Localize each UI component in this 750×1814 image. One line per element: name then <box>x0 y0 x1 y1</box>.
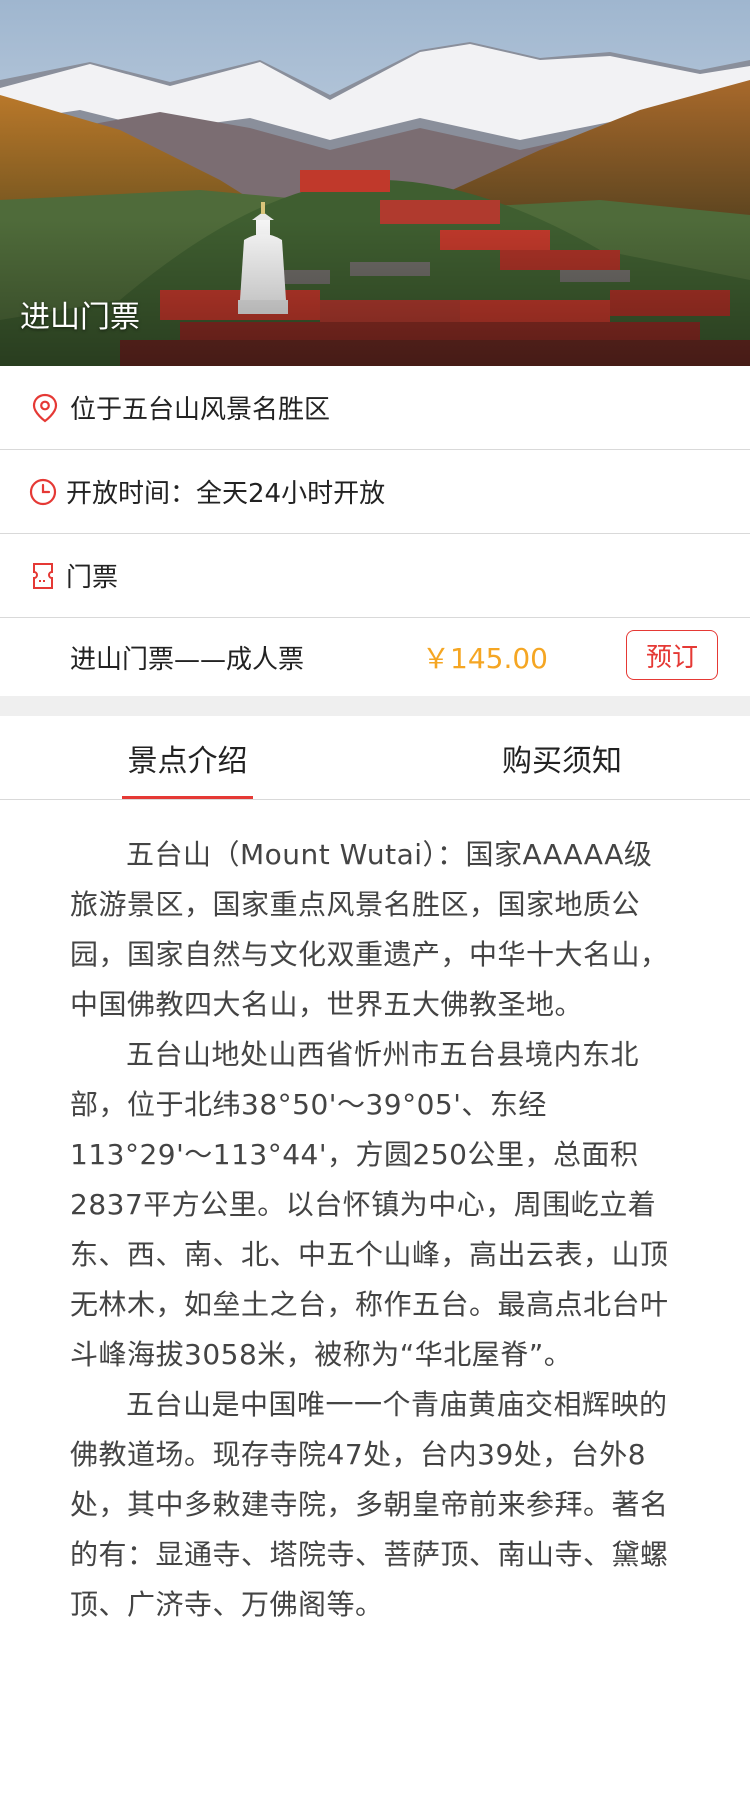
opening-hours-row: 开放时间：全天24小时开放 <box>0 450 750 534</box>
description-paragraph: 五台山地处山西省忻州市五台县境内东北部，位于北纬38°50'～39°05'、东经… <box>70 1038 669 1371</box>
active-tab-indicator <box>122 796 253 799</box>
map-pin-icon <box>30 393 60 423</box>
opening-hours-text: 开放时间：全天24小时开放 <box>66 479 386 509</box>
ticket-icon <box>28 561 58 591</box>
hero-title: 进山门票 <box>20 300 140 335</box>
ticket-price: ￥145.00 <box>422 642 548 675</box>
location-text: 位于五台山风景名胜区 <box>70 395 331 425</box>
tab-bar: 景点介绍 购买须知 <box>0 716 750 800</box>
location-row: 位于五台山风景名胜区 <box>0 366 750 450</box>
book-button[interactable]: 预订 <box>626 630 718 680</box>
attraction-description: 五台山（Mount Wutai）：国家AAAAA级旅游景区，国家重点风景名胜区，… <box>0 800 750 1630</box>
clock-icon <box>28 477 58 507</box>
tab-label: 景点介绍 <box>127 743 248 779</box>
tab-attraction-intro[interactable]: 景点介绍 <box>122 716 253 799</box>
tickets-header-row: 门票 <box>0 534 750 618</box>
ticket-item-row: 进山门票——成人票 ￥145.00 预订 <box>0 618 750 696</box>
ticket-name: 进山门票——成人票 <box>70 644 305 675</box>
section-divider <box>0 696 750 716</box>
tickets-header-label: 门票 <box>66 563 119 593</box>
description-paragraph: 五台山是中国唯一一个青庙黄庙交相辉映的佛教道场。现存寺院47处，台内39处，台外… <box>70 1388 669 1621</box>
tab-label: 购买须知 <box>502 743 622 779</box>
tab-purchase-notes[interactable]: 购买须知 <box>496 716 628 799</box>
hero-banner: 进山门票 <box>0 0 750 366</box>
description-paragraph: 五台山（Mount Wutai）：国家AAAAA级旅游景区，国家重点风景名胜区，… <box>70 838 669 1021</box>
